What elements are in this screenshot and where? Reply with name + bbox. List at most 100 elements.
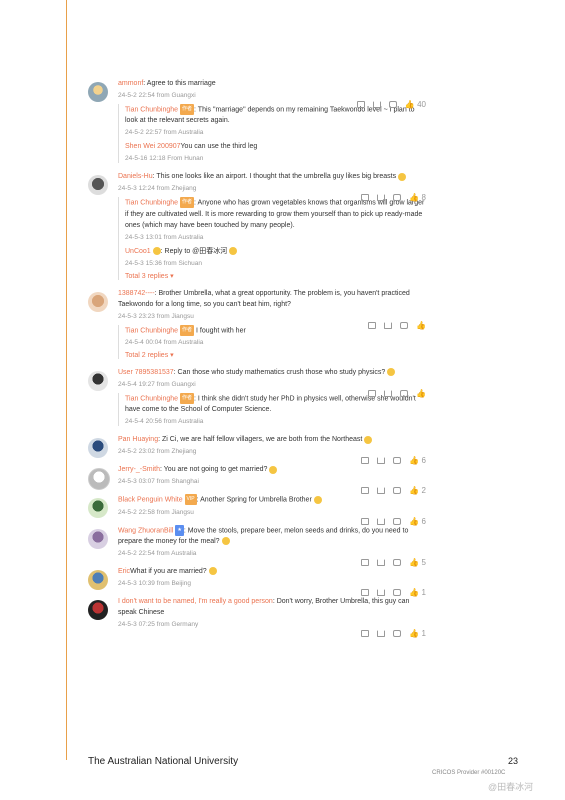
avatar[interactable] — [88, 468, 110, 491]
reply-username[interactable]: Tian Chunbinghe — [125, 327, 178, 334]
total-replies-link[interactable]: Total 3 replies ▾ — [125, 272, 426, 280]
comment-item: Daniels-Hu: This one looks like an airpo… — [86, 171, 426, 280]
like-button[interactable]: 👍 — [416, 321, 426, 330]
translate-icon[interactable] — [361, 457, 370, 465]
comment-username[interactable]: Wang ZhuoranBill — [118, 527, 173, 534]
total-replies-label[interactable]: Total 3 replies — [125, 273, 168, 280]
reply-username[interactable]: Tian Chunbinghe — [125, 395, 178, 402]
reply-text: I fought with her — [195, 327, 246, 335]
comment-item: User 7895381537: Can those who study mat… — [86, 367, 426, 427]
share-icon[interactable] — [377, 589, 386, 597]
comment-item: ammonf: Agree to this marriage 24-5-2 22… — [86, 78, 426, 164]
reply-meta: 24-5-4 00:04 from Australia — [125, 339, 204, 347]
reply-item: Tian Chunbinghe 作者: I think she didn't s… — [125, 393, 426, 426]
share-icon[interactable] — [377, 517, 386, 525]
share-icon[interactable] — [384, 321, 393, 329]
like-button[interactable]: 👍 — [416, 389, 426, 398]
comment-meta: 24-5-3 23:23 from Jiangsu — [118, 312, 194, 320]
comment-text: : Brother Umbrella, what a great opportu… — [118, 289, 410, 308]
comment-actions: 👍 40 — [356, 100, 426, 109]
avatar[interactable] — [88, 291, 108, 312]
reply-text: : Reply to @田春冰河 — [160, 247, 228, 255]
reply-box: Tian Chunbinghe 作者 I fought with her 24-… — [118, 324, 426, 360]
translate-icon[interactable] — [361, 487, 370, 495]
translate-icon[interactable] — [361, 194, 370, 202]
reply-username[interactable]: Shen Wei 200907 — [125, 143, 181, 150]
translate-icon[interactable] — [356, 101, 365, 108]
like-button[interactable]: 👍 8 — [409, 193, 426, 202]
author-badge: 作者 — [180, 393, 195, 405]
reply-username[interactable]: UnCoo1 — [125, 248, 151, 255]
watermark: @田春冰河 — [488, 782, 534, 792]
comment-actions: 👍 1 — [361, 629, 426, 638]
total-replies-label[interactable]: Total 2 replies — [125, 352, 168, 359]
comment-icon[interactable] — [400, 321, 409, 329]
reply-meta: 24-5-16 12:18 From Hunan — [125, 155, 204, 163]
share-icon[interactable] — [377, 630, 386, 638]
reply-username[interactable]: Tian Chunbinghe — [125, 200, 178, 207]
avatar[interactable] — [88, 528, 108, 549]
laughing-emoji-icon — [398, 172, 407, 181]
share-icon[interactable] — [377, 559, 386, 567]
share-icon[interactable] — [377, 194, 386, 202]
avatar[interactable] — [88, 498, 108, 519]
share-icon[interactable] — [377, 457, 386, 465]
comment-item: EricWhat if you are married? 24-5-3 10:3… — [86, 566, 426, 597]
comment-meta: 24-5-3 03:07 from Shanghai — [118, 478, 199, 486]
heart-eyes-emoji-icon — [313, 495, 322, 504]
margin-rule — [66, 0, 67, 760]
reply-item: UnCoo1 : Reply to @田春冰河 24-5-3 15:36 fro… — [125, 246, 426, 268]
comment-username[interactable]: Daniels-Hu — [118, 173, 153, 180]
translate-icon[interactable] — [361, 559, 370, 567]
like-button[interactable]: 👍 40 — [405, 100, 426, 109]
comment-username[interactable]: I don't want to be named, I'm really a g… — [118, 598, 273, 605]
avatar[interactable] — [88, 438, 108, 459]
avatar[interactable] — [88, 371, 108, 392]
total-replies-link[interactable]: Total 2 replies ▾ — [125, 351, 426, 359]
translate-icon[interactable] — [361, 630, 370, 638]
like-button[interactable]: 👍 1 — [409, 629, 426, 638]
avatar[interactable] — [88, 600, 108, 621]
comment-username[interactable]: 1388742---- — [118, 290, 155, 297]
reply-username[interactable]: Tian Chunbinghe — [125, 106, 178, 113]
like-count: 40 — [417, 100, 426, 109]
comment-username[interactable]: Black Penguin White — [118, 497, 183, 504]
comment-icon[interactable] — [393, 517, 402, 525]
translate-icon[interactable] — [368, 321, 377, 329]
comment-icon[interactable] — [393, 559, 402, 567]
share-icon[interactable] — [372, 101, 381, 108]
comment-username[interactable]: Pan Huaying — [118, 436, 158, 443]
comment-icon[interactable] — [400, 390, 409, 398]
comment-icon[interactable] — [393, 589, 402, 597]
avatar[interactable] — [88, 570, 108, 591]
comment-actions: 👍 8 — [361, 193, 426, 202]
translate-icon[interactable] — [361, 517, 370, 525]
comment-icon[interactable] — [393, 194, 402, 202]
reply-meta: 24-5-2 22:57 from Australia — [125, 129, 204, 137]
translate-icon[interactable] — [361, 589, 370, 597]
page-number: 23 — [508, 756, 519, 766]
comment-actions: 👍 — [368, 389, 426, 398]
smile-emoji-icon — [229, 246, 238, 255]
comment-meta: 24-5-4 19:27 from Guangxi — [118, 381, 196, 389]
avatar[interactable] — [88, 82, 108, 102]
comment-username[interactable]: ammonf — [118, 80, 143, 87]
comment-icon[interactable] — [388, 101, 397, 108]
share-icon[interactable] — [377, 487, 386, 495]
avatar[interactable] — [88, 175, 108, 196]
comment-icon[interactable] — [393, 487, 402, 495]
reply-meta: 24-5-3 13:01 from Australia — [125, 233, 204, 241]
comment-list: ammonf: Agree to this marriage 24-5-2 22… — [86, 78, 426, 638]
comment-meta: 24-5-2 22:54 from Guangxi — [118, 92, 196, 99]
reply-box: Tian Chunbinghe 作者: I think she didn't s… — [118, 393, 426, 427]
comment-icon[interactable] — [393, 457, 402, 465]
share-icon[interactable] — [384, 390, 393, 398]
comment-username[interactable]: Eric — [118, 568, 130, 575]
comment-icon[interactable] — [393, 630, 402, 638]
reply-item: Tian Chunbinghe 作者: This "marriage" depe… — [125, 104, 426, 137]
comment-username[interactable]: Jerry-_-Smith — [118, 466, 160, 473]
translate-icon[interactable] — [368, 390, 377, 398]
like-count: 8 — [421, 193, 426, 203]
comment-username[interactable]: User 7895381537 — [118, 369, 174, 376]
comment-meta: 24-5-3 12:24 from Zhejiang — [118, 185, 197, 193]
